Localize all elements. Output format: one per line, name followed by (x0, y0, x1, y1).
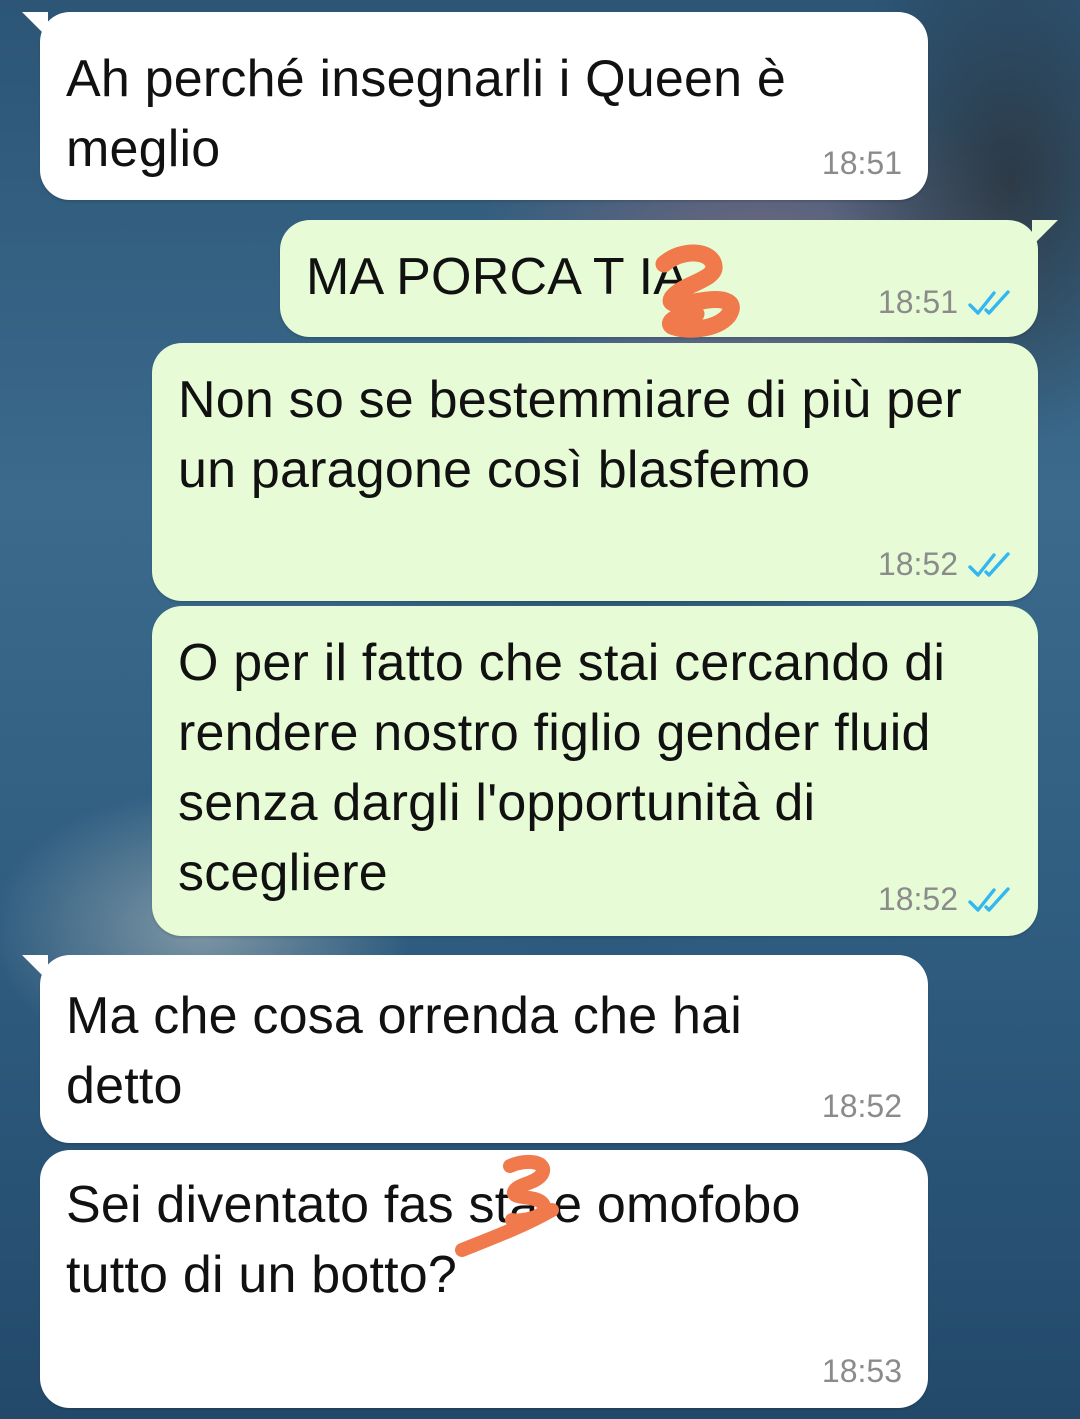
message-bubble-incoming[interactable]: Sei diventato fas sta e omofobo tutto di… (40, 1150, 928, 1408)
message-meta: 18:51 (878, 284, 1012, 321)
message-meta: 18:52 (822, 1088, 902, 1125)
message-bubble-outgoing[interactable]: Non so se bestemmiare di più per un para… (152, 343, 1038, 601)
bubble-tail (22, 955, 48, 981)
message-time: 18:51 (877, 284, 958, 320)
read-double-check-icon (968, 886, 1010, 912)
message-time: 18:52 (821, 1088, 902, 1124)
message-bubble-incoming[interactable]: Ma che cosa orrenda che hai detto 18:52 (22, 955, 928, 1143)
message-time: 18:52 (877, 546, 958, 582)
message-meta: 18:53 (822, 1353, 902, 1390)
message-text: Sei diventato fas sta e omofobo tutto di… (66, 1176, 801, 1304)
message-meta: 18:52 (878, 881, 1012, 918)
message-meta: 18:52 (878, 546, 1012, 583)
chat-conversation: Ah perché insegnarli i Queen è meglio 18… (0, 0, 1080, 1419)
message-text: Ah perché insegnarli i Queen è meglio (66, 50, 787, 178)
bubble-tail (22, 12, 48, 38)
read-double-check-icon (968, 551, 1010, 577)
message-bubble-outgoing[interactable]: O per il fatto che stai cercando di rend… (152, 606, 1038, 936)
message-time: 18:53 (821, 1353, 902, 1389)
message-text: Non so se bestemmiare di più per un para… (178, 371, 962, 499)
bubble-tail (1032, 220, 1058, 246)
message-meta: 18:51 (822, 145, 902, 182)
message-bubble-incoming[interactable]: Ah perché insegnarli i Queen è meglio 18… (22, 12, 928, 200)
message-time: 18:51 (821, 145, 902, 181)
message-time: 18:52 (877, 881, 958, 917)
message-text: Ma che cosa orrenda che hai detto (66, 987, 743, 1115)
read-double-check-icon (968, 289, 1010, 315)
message-bubble-outgoing[interactable]: MA PORCA T IA 18:51 (280, 220, 1058, 338)
message-text: O per il fatto che stai cercando di rend… (178, 634, 946, 902)
